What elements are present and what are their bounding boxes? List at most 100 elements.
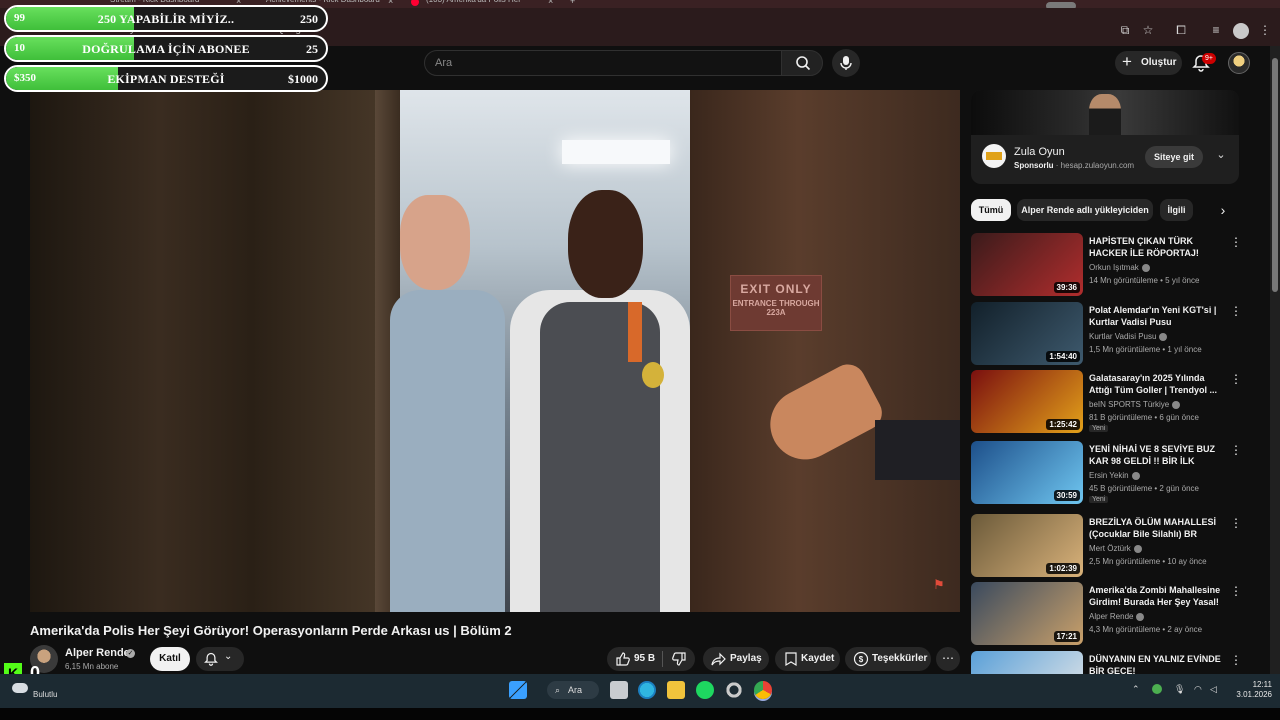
create-button[interactable]: + Oluştur (1115, 51, 1182, 75)
more-options-icon[interactable]: ⋮ (1230, 584, 1242, 600)
obs-icon[interactable] (725, 681, 743, 699)
like-count[interactable]: 95 B (634, 653, 655, 664)
flag-icon[interactable]: ⚑ (933, 577, 947, 592)
recommendation-channel[interactable]: beIN SPORTS Türkiye (1089, 400, 1181, 409)
save-button[interactable]: Kaydet (775, 647, 840, 671)
app-tray-icon[interactable] (1152, 684, 1162, 694)
clock-time: 12:11 (1252, 680, 1272, 689)
page-scrollbar[interactable] (1270, 46, 1280, 674)
recommendation-channel[interactable]: Ersin Yekin (1089, 471, 1140, 480)
save-label: Kaydet (801, 653, 835, 664)
subscription-notifications-button[interactable]: ⌄ (196, 647, 244, 671)
share-button[interactable]: Paylaş (703, 647, 769, 671)
bell-icon (204, 652, 218, 666)
extensions-icon[interactable]: ⧠ (1173, 22, 1189, 38)
recommendation-channel[interactable]: Kurtlar Vadisi Pusu (1089, 332, 1168, 341)
channel-name[interactable]: Alper Rende (65, 647, 130, 659)
recommendation-meta: 1,5 Mn görüntüleme • 1 yıl önce (1089, 345, 1202, 354)
goal-target-value: 250 (300, 12, 318, 26)
more-options-icon[interactable]: ⋮ (1230, 653, 1242, 669)
taskbar-search[interactable]: ⌕ Ara (547, 681, 599, 699)
stream-goal-bar: 99 250 YAPABİLİR MİYİZ.. 250 (4, 5, 328, 32)
recommendation-title[interactable]: Polat Alemdar'ın Yeni KGT'si | Kurtlar V… (1089, 304, 1221, 328)
weather-label[interactable]: Bulutlu (33, 690, 57, 699)
recommendation-channel[interactable]: Orkun Işıtmak (1089, 263, 1150, 272)
chip-all[interactable]: Tümü (971, 199, 1011, 221)
browser-menu-icon[interactable]: ⋮ (1257, 22, 1273, 38)
recommendation-item[interactable]: 1:02:39 BREZİLYA ÖLÜM MAHALLESİ (Çocuklar… (971, 514, 1271, 578)
edge-browser-icon[interactable] (638, 681, 656, 699)
volume-icon[interactable]: ◁ (1210, 684, 1217, 695)
video-thumbnail[interactable]: 1:25:42 (971, 370, 1083, 433)
more-options-icon[interactable]: ⋮ (1230, 516, 1242, 532)
cloud-icon[interactable] (12, 683, 28, 693)
recommendation-item[interactable]: 1:54:40 Polat Alemdar'ın Yeni KGT'si | Ku… (971, 302, 1271, 366)
visit-site-button[interactable]: Siteye git (1145, 146, 1203, 168)
more-options-icon[interactable]: ⋮ (1230, 443, 1242, 459)
bookmark-star-icon[interactable]: ☆ (1140, 22, 1156, 38)
thanks-button[interactable]: $ Teşekkürler (845, 647, 931, 671)
file-explorer-icon[interactable] (667, 681, 685, 699)
system-clock[interactable]: 12:11 3.01.2026 (1228, 680, 1272, 700)
video-thumbnail[interactable]: 30:59 (971, 441, 1083, 504)
video-thumbnail[interactable]: 1:02:39 (971, 514, 1083, 577)
scrollbar-thumb[interactable] (1272, 58, 1278, 292)
recommendation-item[interactable]: 30:59 YENİ NİHAİ VE 8 SEVİYE BUZ KAR 98 G… (971, 441, 1271, 505)
recommendation-title[interactable]: BREZİLYA ÖLÜM MAHALLESİ (Çocuklar Bile S… (1089, 516, 1221, 540)
video-thumbnail[interactable]: 1:54:40 (971, 302, 1083, 365)
recommendation-item[interactable]: 1:25:42 Galatasaray'ın 2025 Yılında Attığ… (971, 370, 1271, 434)
dislike-icon[interactable] (671, 651, 687, 667)
recommendation-title[interactable]: Amerika'da Zombi Mahallesine Girdim! Bur… (1089, 584, 1221, 609)
wifi-icon[interactable]: ◠ (1194, 684, 1202, 695)
search-input[interactable]: Ara (435, 57, 452, 69)
recommendation-meta: 81 B görüntüleme • 6 gün önce (1089, 413, 1199, 422)
sponsored-ad-card[interactable]: Zula Oyun Sponsorlu · hesap.zulaoyun.com… (971, 90, 1239, 184)
voice-search-button[interactable] (832, 49, 860, 77)
more-actions-icon[interactable]: ⋯ (936, 647, 960, 671)
video-duration: 39:36 (1053, 282, 1080, 293)
like-icon[interactable] (615, 651, 631, 667)
close-icon[interactable]: × (388, 0, 393, 6)
more-options-icon[interactable]: ⋮ (1230, 304, 1242, 320)
video-thumbnail[interactable]: 39:36 (971, 233, 1083, 296)
start-menu-icon[interactable] (509, 681, 527, 699)
account-avatar[interactable] (1228, 52, 1250, 74)
subscriber-count: 6,15 Mn abone (65, 662, 119, 671)
ceiling-light (562, 140, 670, 164)
recommendation-title[interactable]: HAPİSTEN ÇIKAN TÜRK HACKER İLE RÖPORTAJ! (1089, 235, 1221, 259)
recommendation-item[interactable]: 17:21 Amerika'da Zombi Mahallesine Girdim… (971, 582, 1271, 646)
more-options-icon[interactable]: ⋮ (1230, 372, 1242, 388)
install-app-icon[interactable]: ⧉ (1117, 22, 1133, 38)
more-options-icon[interactable]: ⋮ (1230, 235, 1242, 251)
youtube-favicon-icon (411, 0, 419, 6)
video-thumbnail[interactable]: 17:21 (971, 582, 1083, 645)
spotify-icon[interactable] (696, 681, 714, 699)
chip-from-uploader[interactable]: Alper Rende adlı yükleyiciden (1017, 199, 1153, 221)
recommendation-channel[interactable]: Alper Rende (1089, 612, 1145, 621)
video-duration: 17:21 (1053, 631, 1080, 642)
chevron-right-icon[interactable]: › (1214, 201, 1232, 219)
chrome-browser-icon[interactable] (754, 681, 772, 699)
microphone-icon[interactable]: 🎙 (1174, 684, 1185, 695)
media-icon[interactable]: ≡ (1208, 22, 1224, 38)
profile-avatar[interactable] (1233, 23, 1249, 39)
chevron-up-icon[interactable]: ⌃ (1132, 684, 1140, 695)
chip-related[interactable]: İlgili (1160, 199, 1193, 221)
create-label: Oluştur (1141, 57, 1177, 68)
task-view-icon[interactable] (610, 681, 628, 699)
video-duration: 1:02:39 (1046, 563, 1080, 574)
recommendation-title[interactable]: Galatasaray'ın 2025 Yılında Attığı Tüm G… (1089, 372, 1221, 396)
ad-banner-figure (1089, 94, 1121, 135)
recommendation-meta: 4,3 Mn görüntüleme • 2 ay önce (1089, 625, 1203, 634)
browser-tab-active[interactable]: (103) Amerika'da Polis Her (426, 0, 521, 8)
search-box[interactable]: Ara (424, 50, 782, 76)
chevron-down-icon[interactable]: ⌄ (1213, 148, 1229, 164)
new-tab-icon[interactable]: + (570, 0, 575, 6)
video-player[interactable]: EXIT ONLY ENTRANCE THROUGH 223A ⚑ (30, 90, 960, 612)
close-icon[interactable]: × (548, 0, 553, 6)
recommendation-item[interactable]: 39:36 HAPİSTEN ÇIKAN TÜRK HACKER İLE RÖPO… (971, 233, 1271, 297)
recommendation-channel[interactable]: Mert Öztürk (1089, 544, 1142, 553)
recommendation-title[interactable]: YENİ NİHAİ VE 8 SEVİYE BUZ KAR 98 GELDİ … (1089, 443, 1221, 468)
join-button[interactable]: Katıl (150, 647, 190, 671)
search-button[interactable] (781, 50, 823, 76)
